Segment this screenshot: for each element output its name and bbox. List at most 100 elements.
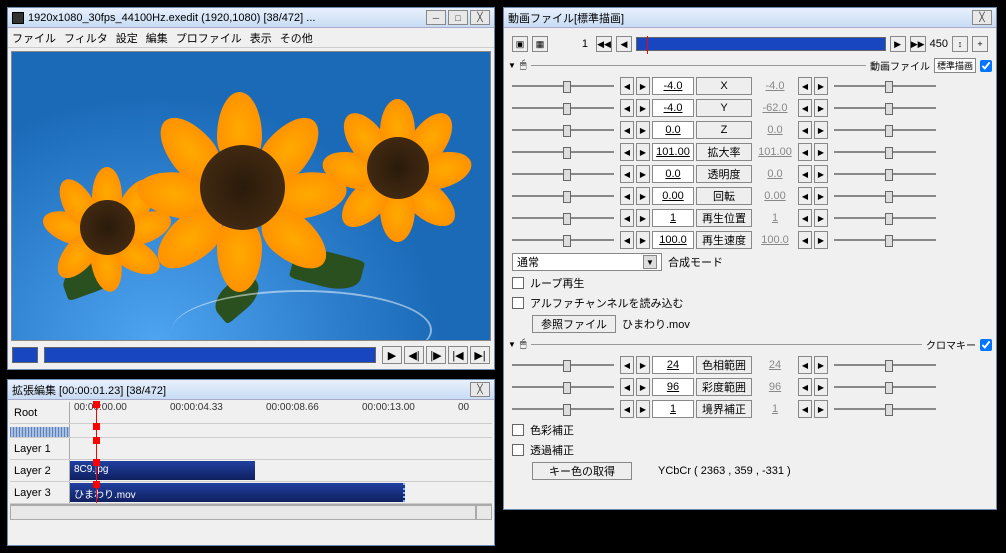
add-button[interactable]: + — [972, 36, 988, 52]
timeline-clip[interactable]: ひまわり.mov — [70, 483, 405, 502]
menu-profile[interactable]: プロファイル — [176, 30, 242, 46]
spin-up-button[interactable]: ▶ — [814, 400, 828, 418]
param-name-button[interactable]: 色相範囲 — [696, 356, 752, 374]
spin-up-button[interactable]: ▶ — [814, 77, 828, 95]
trans-corr-checkbox[interactable] — [512, 444, 524, 456]
spin-down-button[interactable]: ◀ — [620, 378, 634, 396]
spin-down-button[interactable]: ◀ — [798, 356, 812, 374]
param-slider-left[interactable] — [508, 380, 618, 394]
alpha-checkbox[interactable] — [512, 297, 524, 309]
param-slider-right[interactable] — [830, 380, 940, 394]
spin-up-button[interactable]: ▶ — [814, 165, 828, 183]
spin-up-button[interactable]: ▶ — [636, 378, 650, 396]
param-name-button[interactable]: X — [696, 77, 752, 95]
camera-icon[interactable]: ▣ — [512, 36, 528, 52]
timeline-playhead[interactable] — [96, 482, 97, 503]
frame-last-button[interactable]: ▶▶ — [910, 36, 926, 52]
param-name-button[interactable]: 再生速度 — [696, 231, 752, 249]
param-name-button[interactable]: 拡大率 — [696, 143, 752, 161]
spin-up-button[interactable]: ▶ — [636, 356, 650, 374]
spin-down-button[interactable]: ◀ — [620, 187, 634, 205]
tl-layer3-label[interactable]: Layer 3 — [10, 482, 70, 503]
param-value-left[interactable]: 1 — [652, 209, 694, 227]
key-color-button[interactable]: キー色の取得 — [532, 462, 632, 480]
param-slider-right[interactable] — [830, 79, 940, 93]
tl-layer1-track[interactable] — [70, 438, 492, 459]
tl-layer2-track[interactable]: 8C9.jpg — [70, 460, 492, 481]
spin-up-button[interactable]: ▶ — [636, 231, 650, 249]
seek-start[interactable] — [12, 347, 38, 363]
param-slider-left[interactable] — [508, 233, 618, 247]
param-slider-right[interactable] — [830, 123, 940, 137]
param-name-button[interactable]: Y — [696, 99, 752, 117]
frame-seek-bar[interactable] — [636, 37, 886, 51]
main-titlebar[interactable]: 1920x1080_30fps_44100Hz.exedit (1920,108… — [8, 8, 494, 28]
spin-down-button[interactable]: ◀ — [620, 77, 634, 95]
param-name-button[interactable]: 回転 — [696, 187, 752, 205]
maximize-button[interactable]: □ — [448, 10, 468, 25]
param-name-button[interactable]: Z — [696, 121, 752, 139]
param-name-button[interactable]: 透明度 — [696, 165, 752, 183]
param-value-right[interactable]: 1 — [754, 400, 796, 418]
seek-bar[interactable] — [44, 347, 376, 363]
spin-up-button[interactable]: ▶ — [814, 209, 828, 227]
tl-layer1-label[interactable]: Layer 1 — [10, 438, 70, 459]
grid-icon[interactable]: ▦ — [532, 36, 548, 52]
collapse-icon[interactable]: ▼ — [508, 340, 516, 349]
ref-file-button[interactable]: 参照ファイル — [532, 315, 616, 333]
spin-up-button[interactable]: ▶ — [636, 143, 650, 161]
close-button[interactable]: ╳ — [470, 10, 490, 25]
spin-down-button[interactable]: ◀ — [798, 165, 812, 183]
spin-down-button[interactable]: ◀ — [798, 378, 812, 396]
param-value-left[interactable]: 96 — [652, 378, 694, 396]
tl-layer2-label[interactable]: Layer 2 — [10, 460, 70, 481]
minimize-button[interactable]: ─ — [426, 10, 446, 25]
zoom-vert-button[interactable]: ↕ — [952, 36, 968, 52]
param-slider-right[interactable] — [830, 211, 940, 225]
spin-up-button[interactable]: ▶ — [814, 378, 828, 396]
step-back-button[interactable]: ◀| — [404, 346, 424, 364]
timeline-playhead[interactable] — [96, 402, 97, 423]
param-slider-left[interactable] — [508, 79, 618, 93]
spin-up-button[interactable]: ▶ — [814, 356, 828, 374]
param-value-left[interactable]: 101.00 — [652, 143, 694, 161]
param-value-left[interactable]: 0.0 — [652, 165, 694, 183]
param-value-right[interactable]: 0.0 — [754, 165, 796, 183]
param-value-right[interactable]: 1 — [754, 209, 796, 227]
menu-view[interactable]: 表示 — [250, 30, 272, 46]
color-corr-checkbox[interactable] — [512, 424, 524, 436]
menu-edit[interactable]: 編集 — [146, 30, 168, 46]
param-value-left[interactable]: -4.0 — [652, 99, 694, 117]
param-slider-left[interactable] — [508, 145, 618, 159]
param-value-right[interactable]: 0.0 — [754, 121, 796, 139]
timeline-close-button[interactable]: ╳ — [470, 382, 490, 397]
loop-checkbox[interactable] — [512, 277, 524, 289]
collapse-icon[interactable]: ▼ — [508, 61, 516, 70]
param-slider-right[interactable] — [830, 402, 940, 416]
spin-down-button[interactable]: ◀ — [798, 400, 812, 418]
frame-next-button[interactable]: ▶ — [890, 36, 906, 52]
spin-up-button[interactable]: ▶ — [814, 121, 828, 139]
param-name-button[interactable]: 境界補正 — [696, 400, 752, 418]
prop-titlebar[interactable]: 動画ファイル[標準描画] ╳ — [504, 8, 996, 28]
param-value-right[interactable]: 0.00 — [754, 187, 796, 205]
param-slider-left[interactable] — [508, 189, 618, 203]
param-value-right[interactable]: 24 — [754, 356, 796, 374]
spin-up-button[interactable]: ▶ — [814, 187, 828, 205]
spin-down-button[interactable]: ◀ — [620, 99, 634, 117]
spin-down-button[interactable]: ◀ — [620, 165, 634, 183]
spin-up-button[interactable]: ▶ — [636, 77, 650, 95]
param-slider-right[interactable] — [830, 101, 940, 115]
param-slider-right[interactable] — [830, 167, 940, 181]
param-name-button[interactable]: 再生位置 — [696, 209, 752, 227]
param-slider-left[interactable] — [508, 211, 618, 225]
param-value-left[interactable]: 24 — [652, 356, 694, 374]
param-value-right[interactable]: 96 — [754, 378, 796, 396]
spin-down-button[interactable]: ◀ — [798, 143, 812, 161]
param-slider-left[interactable] — [508, 101, 618, 115]
spin-down-button[interactable]: ◀ — [798, 99, 812, 117]
tl-layer3-track[interactable]: ひまわり.mov — [70, 482, 492, 503]
spin-up-button[interactable]: ▶ — [636, 187, 650, 205]
goto-start-button[interactable]: |◀ — [448, 346, 468, 364]
param-slider-right[interactable] — [830, 145, 940, 159]
